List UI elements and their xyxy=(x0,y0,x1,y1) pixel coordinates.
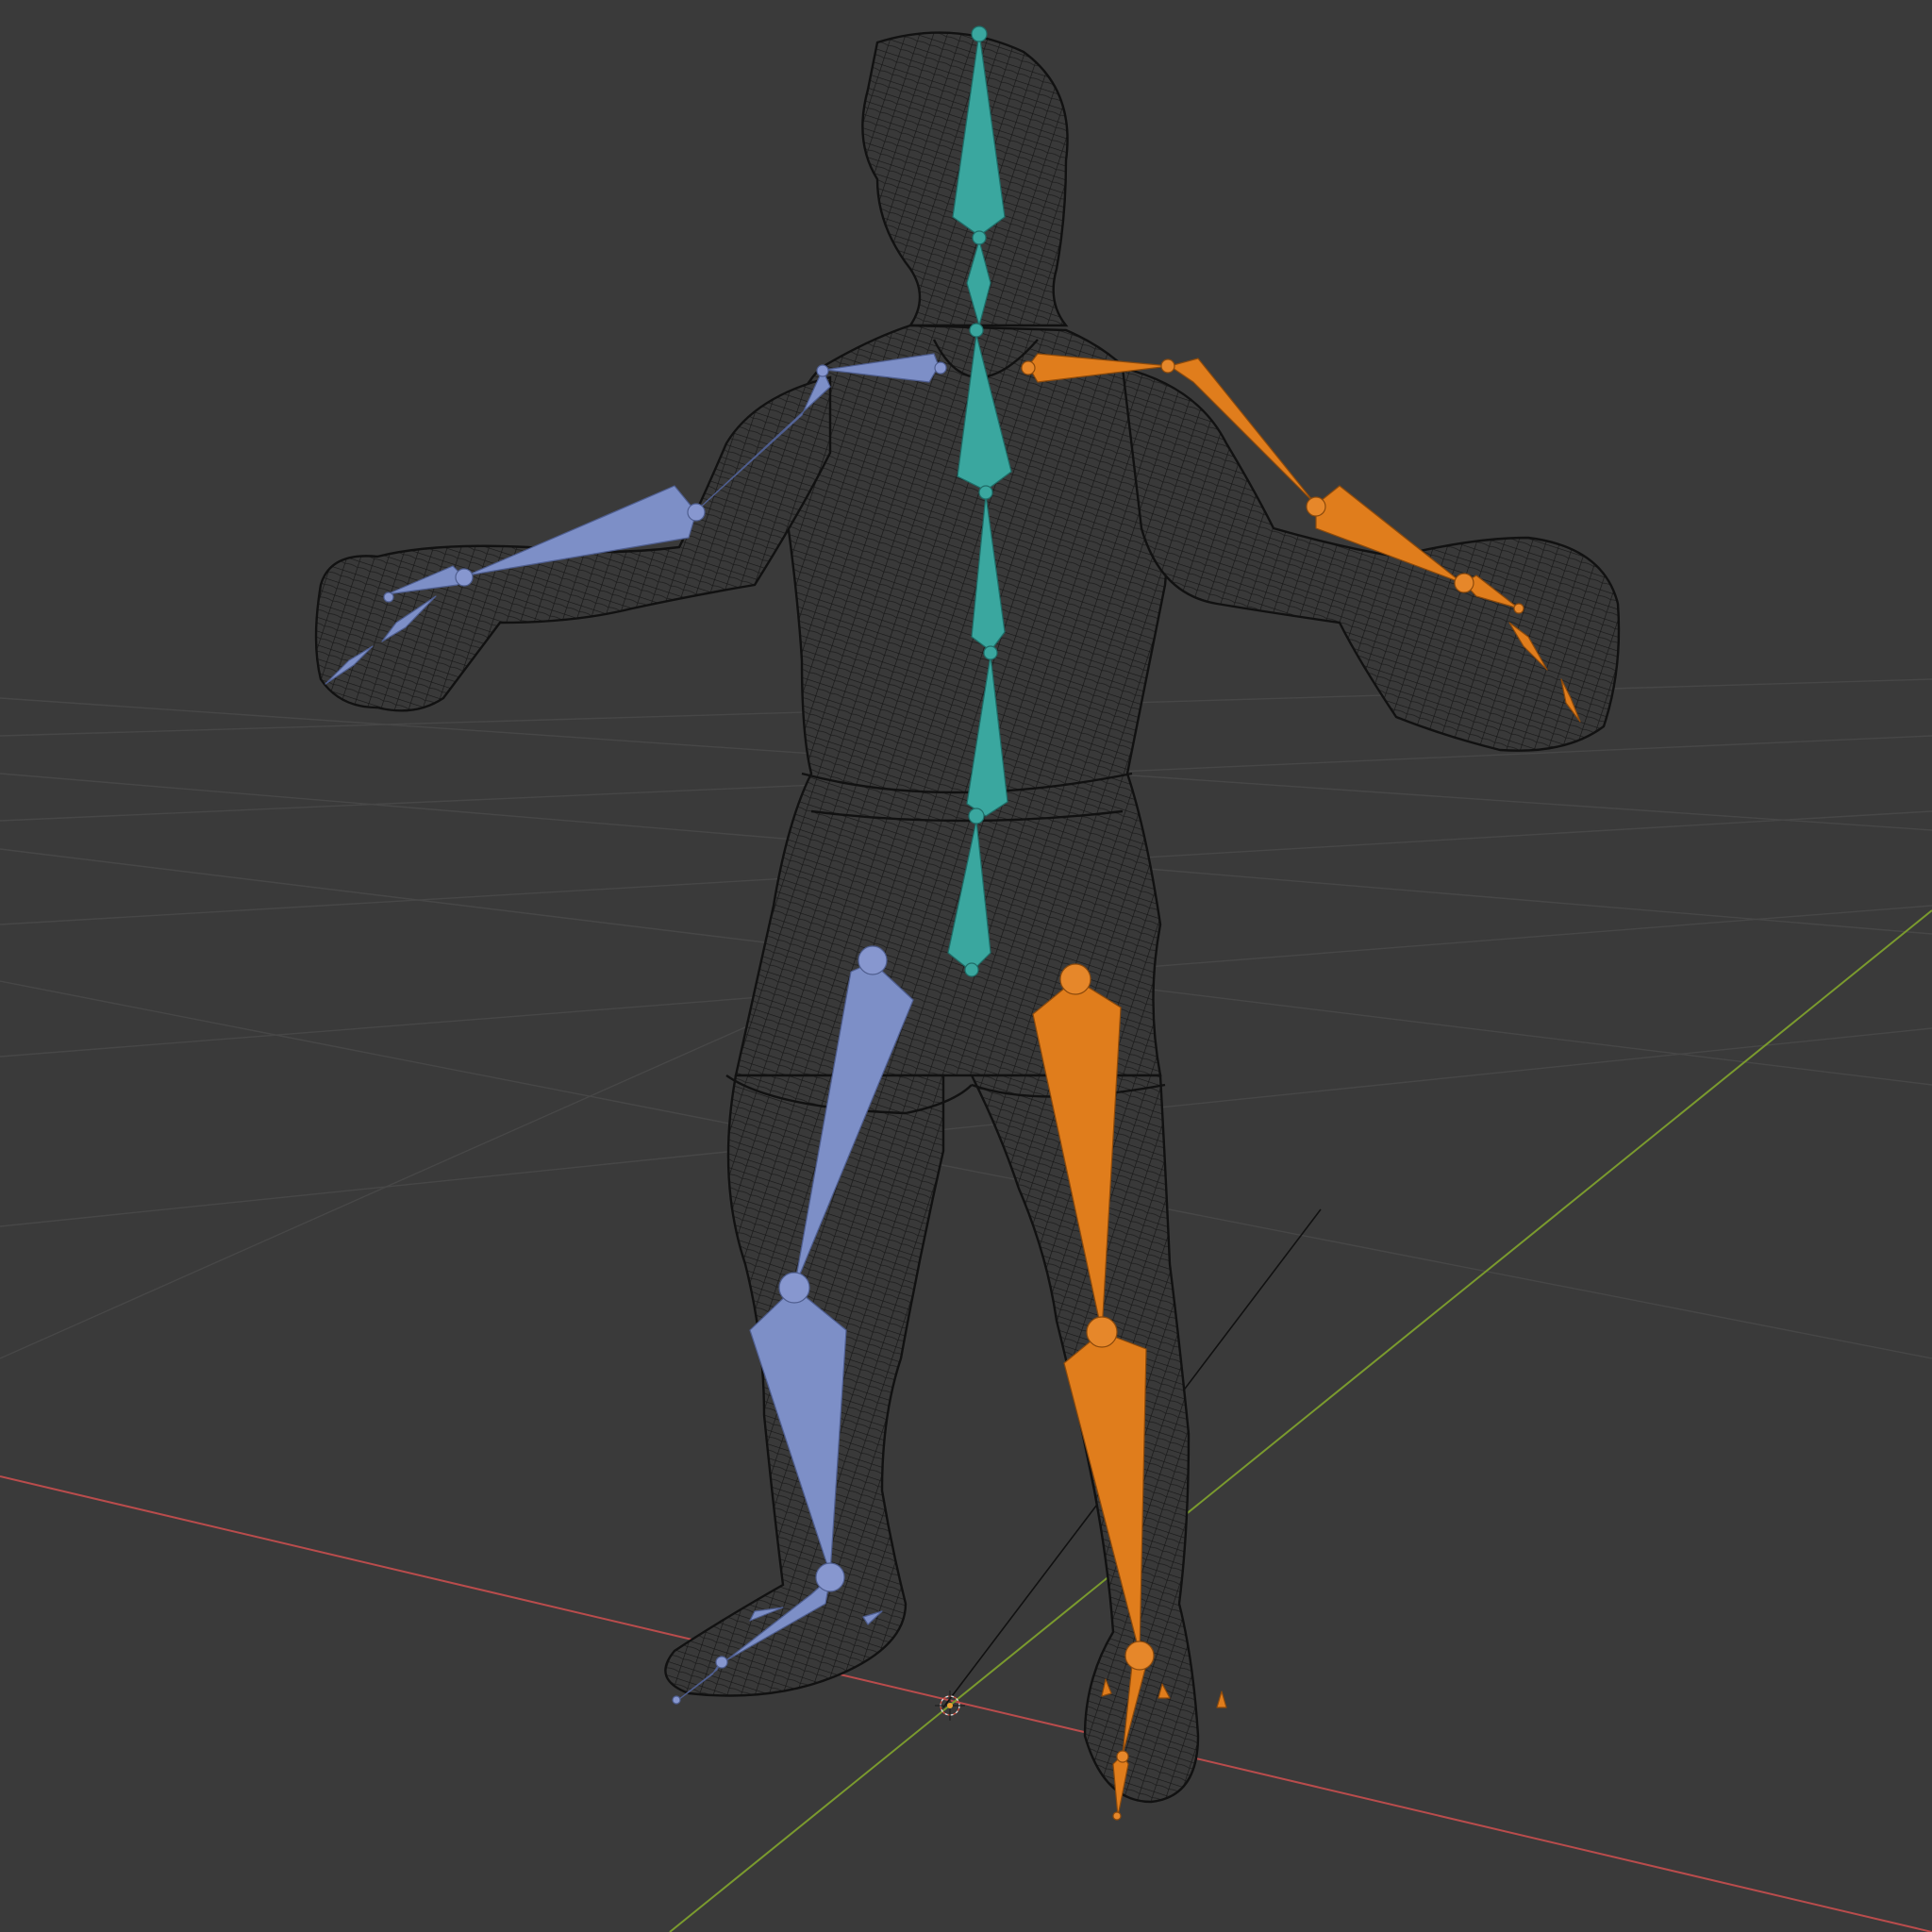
bone-shin-right[interactable] xyxy=(1063,1331,1147,1654)
3d-viewport[interactable] xyxy=(0,0,1932,1932)
joint-hip-left[interactable] xyxy=(858,945,888,975)
joint-wrist-right[interactable] xyxy=(1454,573,1474,593)
3d-cursor-icon[interactable] xyxy=(935,1690,965,1721)
x-axis-line xyxy=(0,1475,1932,1932)
joint-upper-arm-right[interactable] xyxy=(1160,358,1175,374)
joint-root[interactable] xyxy=(964,962,979,977)
joint-elbow-right[interactable] xyxy=(1306,496,1326,517)
joint-head-tip[interactable] xyxy=(971,25,988,42)
joint-spine-upper[interactable] xyxy=(978,485,993,500)
joint-hips[interactable] xyxy=(968,808,985,824)
joint-elbow-left[interactable] xyxy=(687,503,706,522)
joint-hand-tip-right[interactable] xyxy=(1513,603,1524,614)
joint-ankle-left[interactable] xyxy=(815,1562,845,1592)
joint-toe-tip-left[interactable] xyxy=(672,1695,681,1705)
joint-knee-right[interactable] xyxy=(1086,1316,1118,1348)
joint-shoulder-left[interactable] xyxy=(934,361,947,375)
joint-upper-arm-left[interactable] xyxy=(816,364,829,377)
joint-toe-tip-right[interactable] xyxy=(1112,1811,1122,1821)
joint-toe-left[interactable] xyxy=(715,1656,728,1669)
bone-toe-side-right-2[interactable] xyxy=(1216,1690,1227,1708)
joint-chest[interactable] xyxy=(969,323,984,338)
joint-neck[interactable] xyxy=(972,230,987,245)
joint-shoulder-right[interactable] xyxy=(1021,360,1036,375)
joint-ankle-right[interactable] xyxy=(1124,1641,1155,1671)
joint-knee-left[interactable] xyxy=(778,1272,810,1304)
joint-hip-right[interactable] xyxy=(1059,963,1091,995)
joint-wrist-left[interactable] xyxy=(455,568,474,587)
joint-spine-lower[interactable] xyxy=(983,645,998,660)
joint-toe-right[interactable] xyxy=(1116,1750,1129,1763)
joint-hand-tip-left[interactable] xyxy=(383,591,394,603)
